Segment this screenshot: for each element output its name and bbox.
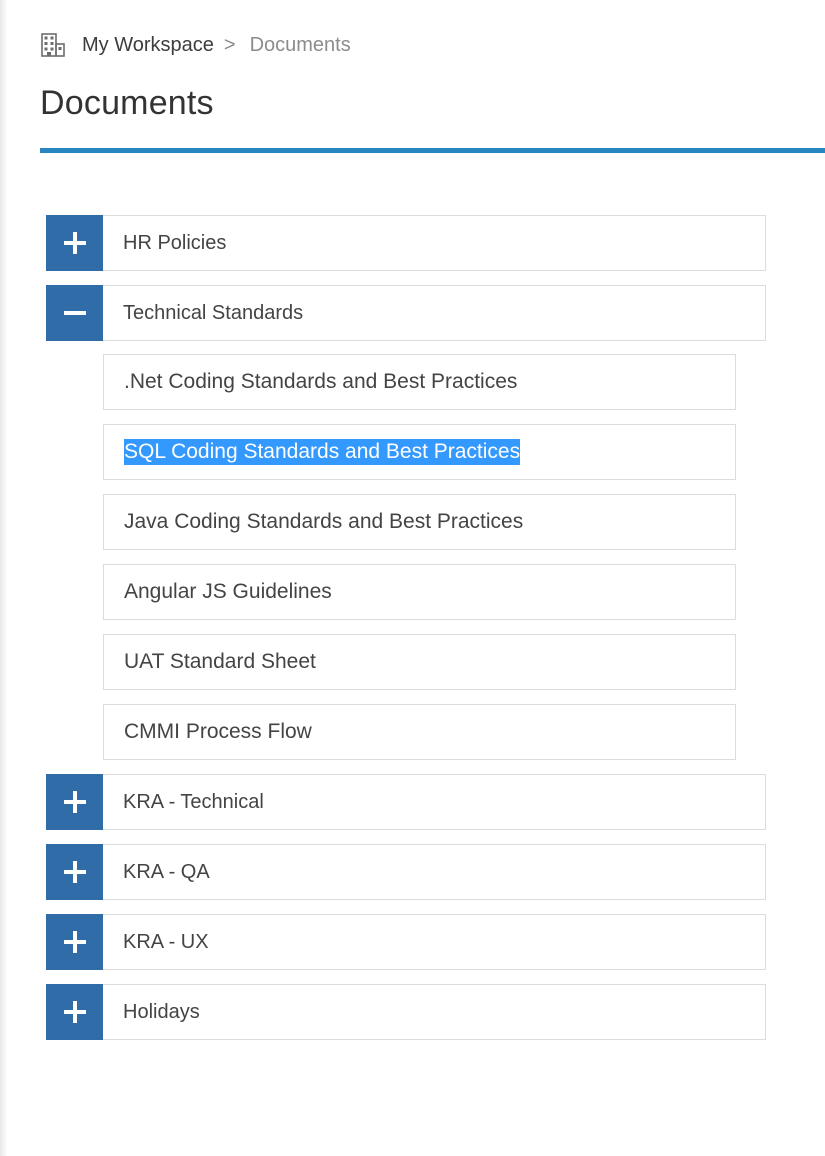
left-edge-shadow (0, 0, 8, 1156)
collapse-toggle[interactable] (46, 285, 103, 341)
expand-toggle[interactable] (46, 215, 103, 271)
category-label: KRA - UX (103, 914, 766, 970)
document-item-selected[interactable]: SQL Coding Standards and Best Practices (103, 424, 736, 480)
plus-icon (63, 861, 86, 883)
document-item[interactable]: Angular JS Guidelines (103, 564, 736, 620)
plus-icon (63, 232, 86, 254)
breadcrumb-home-link[interactable]: My Workspace (82, 34, 214, 57)
category-kra-ux[interactable]: KRA - UX (46, 914, 766, 970)
minus-icon (63, 311, 86, 315)
category-label: HR Policies (103, 215, 766, 271)
category-label: KRA - Technical (103, 774, 766, 830)
breadcrumb-separator: > (223, 33, 236, 56)
document-item[interactable]: Java Coding Standards and Best Practices (103, 494, 736, 550)
document-item[interactable]: CMMI Process Flow (103, 704, 736, 760)
expand-toggle[interactable] (46, 914, 103, 970)
document-label: Java Coding Standards and Best Practices (124, 510, 524, 533)
technical-standards-documents: .Net Coding Standards and Best Practices… (103, 354, 766, 760)
document-label: .Net Coding Standards and Best Practices (124, 370, 518, 393)
document-label-selected: SQL Coding Standards and Best Practices (124, 439, 521, 465)
category-label: KRA - QA (103, 844, 766, 900)
plus-icon (63, 1001, 86, 1023)
expand-toggle[interactable] (46, 774, 103, 830)
plus-icon (63, 791, 86, 813)
expand-toggle[interactable] (46, 844, 103, 900)
document-item[interactable]: .Net Coding Standards and Best Practices (103, 354, 736, 410)
expand-toggle[interactable] (46, 984, 103, 1040)
category-technical-standards[interactable]: Technical Standards (46, 285, 766, 341)
title-divider (40, 148, 825, 153)
document-label: CMMI Process Flow (124, 720, 312, 743)
building-icon[interactable] (40, 32, 66, 58)
document-label: UAT Standard Sheet (124, 650, 316, 673)
breadcrumb-current: Documents (249, 33, 351, 56)
category-holidays[interactable]: Holidays (46, 984, 766, 1040)
category-kra-qa[interactable]: KRA - QA (46, 844, 766, 900)
document-item[interactable]: UAT Standard Sheet (103, 634, 736, 690)
document-tree: HR Policies Technical Standards .Net Cod… (46, 215, 766, 1054)
plus-icon (63, 931, 86, 953)
document-label: Angular JS Guidelines (124, 580, 332, 603)
breadcrumb: My Workspace > Documents (40, 30, 351, 60)
category-hr-policies[interactable]: HR Policies (46, 215, 766, 271)
category-label: Technical Standards (103, 285, 766, 341)
page-title: Documents (40, 84, 214, 122)
category-kra-technical[interactable]: KRA - Technical (46, 774, 766, 830)
category-label: Holidays (103, 984, 766, 1040)
